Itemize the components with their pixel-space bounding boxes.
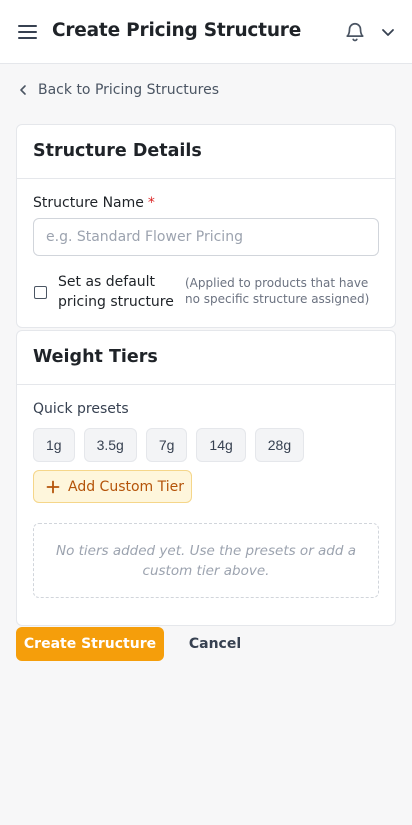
- preset-7g-button[interactable]: 7g: [145, 428, 188, 462]
- back-link[interactable]: Back to Pricing Structures: [16, 80, 219, 100]
- back-link-label: Back to Pricing Structures: [38, 82, 220, 98]
- structure-details-title: Structure Details: [33, 141, 202, 161]
- cancel-button[interactable]: Cancel: [178, 627, 252, 661]
- default-structure-hint: (Applied to products that have no specif…: [185, 276, 370, 306]
- create-structure-button[interactable]: Create Structure: [16, 627, 164, 661]
- weight-tiers-title: Weight Tiers: [33, 347, 158, 367]
- weight-tiers-card: Weight Tiers Quick presets 1g 3.5g 7g 14…: [16, 330, 396, 626]
- structure-name-label: Structure Name *: [33, 195, 155, 211]
- preset-28g-button[interactable]: 28g: [254, 428, 305, 462]
- structure-details-header: Structure Details: [17, 125, 395, 179]
- structure-details-card: Structure Details Structure Name* Set as…: [16, 124, 396, 328]
- empty-tiers-placeholder: No tiers added yet. Use the presets or a…: [33, 523, 379, 598]
- hamburger-menu-icon[interactable]: [18, 23, 38, 41]
- add-custom-tier-label: Add Custom Tier: [68, 478, 185, 495]
- preset-1g-button[interactable]: 1g: [33, 428, 75, 462]
- preset-3.5g-button[interactable]: 3.5g: [83, 428, 137, 462]
- structure-name-input[interactable]: [33, 218, 379, 256]
- default-structure-checkbox[interactable]: [34, 286, 47, 299]
- empty-tiers-message: No tiers added yet. Use the presets or a…: [55, 542, 357, 579]
- page-title: Create Pricing Structure: [52, 20, 302, 41]
- chevron-left-icon: [20, 85, 26, 95]
- structure-name-label-text: Structure Name: [33, 195, 144, 211]
- required-marker: *: [147, 195, 155, 211]
- add-custom-tier-button[interactable]: Add Custom Tier: [33, 470, 192, 503]
- chevron-down-icon[interactable]: [380, 24, 396, 40]
- weight-tiers-header: Weight Tiers: [17, 331, 395, 385]
- quick-presets-group: 1g 3.5g 7g 14g 28g: [33, 428, 305, 462]
- bell-icon[interactable]: [344, 21, 366, 43]
- top-bar: Create Pricing Structure: [0, 0, 412, 64]
- default-structure-label[interactable]: Set as default pricing structure: [58, 272, 178, 312]
- quick-presets-label: Quick presets: [33, 401, 129, 417]
- preset-14g-button[interactable]: 14g: [196, 428, 246, 462]
- plus-icon: [46, 480, 60, 493]
